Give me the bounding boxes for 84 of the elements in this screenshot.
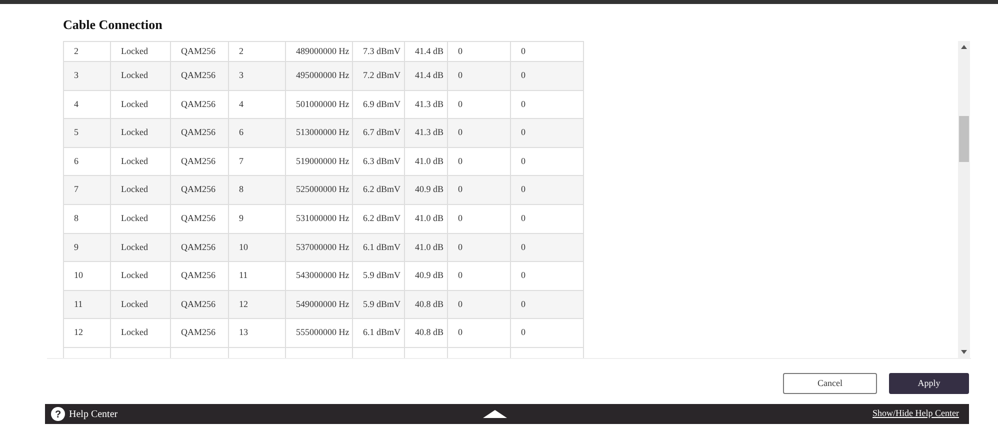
table-cell: 0 <box>448 262 510 290</box>
table-cell: 41.4 dB <box>404 62 448 90</box>
table-cell: 555000000 Hz <box>286 318 352 348</box>
cancel-button[interactable]: Cancel <box>783 373 877 394</box>
table-cell: 0 <box>510 262 584 290</box>
table-cell: 3 <box>228 62 286 90</box>
show-hide-help-link[interactable]: Show/Hide Help Center <box>872 407 959 421</box>
table-cell: 0 <box>448 290 510 319</box>
table-cell: 0 <box>510 204 584 234</box>
table-cell: 0 <box>510 290 584 319</box>
help-center-label: Help Center <box>69 408 118 422</box>
table-cell: 513000000 Hz <box>286 118 352 148</box>
table-cell: 13 <box>228 318 286 348</box>
table-cell: 6 <box>228 118 286 148</box>
table-cell: 41.0 dB <box>404 233 448 262</box>
table-cell: Locked <box>110 262 170 290</box>
expand-icon[interactable] <box>483 410 508 418</box>
table-cell: 9 <box>228 204 286 234</box>
scroll-down-icon[interactable] <box>961 350 967 354</box>
table-cell: 11 <box>228 262 286 290</box>
table-cell: 12 <box>64 318 110 348</box>
page-title: Cable Connection <box>63 16 164 34</box>
table-cell: 10 <box>228 233 286 262</box>
table-cell: Locked <box>110 318 170 348</box>
table-cell: 40.9 dB <box>404 262 448 290</box>
table-cell: 2 <box>64 42 110 62</box>
table-cell: 537000000 Hz <box>286 233 352 262</box>
table-cell: 41.0 dB <box>404 204 448 234</box>
table-cell: 549000000 Hz <box>286 290 352 319</box>
table-cell: 0 <box>448 118 510 148</box>
table-cell: 0 <box>510 62 584 90</box>
table-cell: Locked <box>110 118 170 148</box>
table-cell: 0 <box>510 318 584 348</box>
table-cell: QAM256 <box>170 262 228 290</box>
table-cell: 40.9 dB <box>404 176 448 204</box>
table-cell: QAM256 <box>170 118 228 148</box>
table-cell: 5.9 dBmV <box>352 262 404 290</box>
scroll-up-icon[interactable] <box>961 45 967 49</box>
table-cell: 6.1 dBmV <box>352 233 404 262</box>
table-cell: 12 <box>228 290 286 319</box>
table-cell: 495000000 Hz <box>286 62 352 90</box>
table-cell: 0 <box>510 233 584 262</box>
table-cell: 0 <box>510 118 584 148</box>
table-cell: 41.3 dB <box>404 118 448 148</box>
table-cell: 525000000 Hz <box>286 176 352 204</box>
table-cell: 8 <box>64 204 110 234</box>
table-cell: Locked <box>110 233 170 262</box>
table-cell: 5 <box>64 118 110 148</box>
table-cell: 0 <box>448 233 510 262</box>
scroll-thumb[interactable] <box>959 116 969 162</box>
table-cell: Locked <box>110 290 170 319</box>
table-cell: 0 <box>448 176 510 204</box>
help-icon: ? <box>51 407 65 421</box>
table-cell: 40.8 dB <box>404 318 448 348</box>
table-cell: 40.8 dB <box>404 290 448 319</box>
table-cell: 531000000 Hz <box>286 204 352 234</box>
table-cell: 7.2 dBmV <box>352 62 404 90</box>
apply-button[interactable]: Apply <box>889 373 969 394</box>
table-cell: 6.2 dBmV <box>352 204 404 234</box>
table-cell: 5.9 dBmV <box>352 290 404 319</box>
table-cell: 6.7 dBmV <box>352 118 404 148</box>
table-cell: 0 <box>448 318 510 348</box>
table-cell: 11 <box>64 290 110 319</box>
table-cell: 7 <box>64 176 110 204</box>
table-cell: 8 <box>228 176 286 204</box>
table-cell: 0 <box>448 204 510 234</box>
table-cell: 543000000 Hz <box>286 262 352 290</box>
table-cell: 9 <box>64 233 110 262</box>
table-cell: Locked <box>110 204 170 234</box>
table-cell: QAM256 <box>170 290 228 319</box>
table-cell: 0 <box>510 176 584 204</box>
table-cell: Locked <box>110 62 170 90</box>
table-cell: QAM256 <box>170 204 228 234</box>
table-cell: 3 <box>64 62 110 90</box>
table-cell: QAM256 <box>170 318 228 348</box>
scrollbar[interactable] <box>958 41 970 358</box>
table-cell: QAM256 <box>170 233 228 262</box>
table-cell: 0 <box>448 62 510 90</box>
table-cell: 6.1 dBmV <box>352 318 404 348</box>
table-cell: QAM256 <box>170 176 228 204</box>
table-cell: Locked <box>110 176 170 204</box>
table-cell: 6.2 dBmV <box>352 176 404 204</box>
table-cell: QAM256 <box>170 62 228 90</box>
table-cell: 10 <box>64 262 110 290</box>
